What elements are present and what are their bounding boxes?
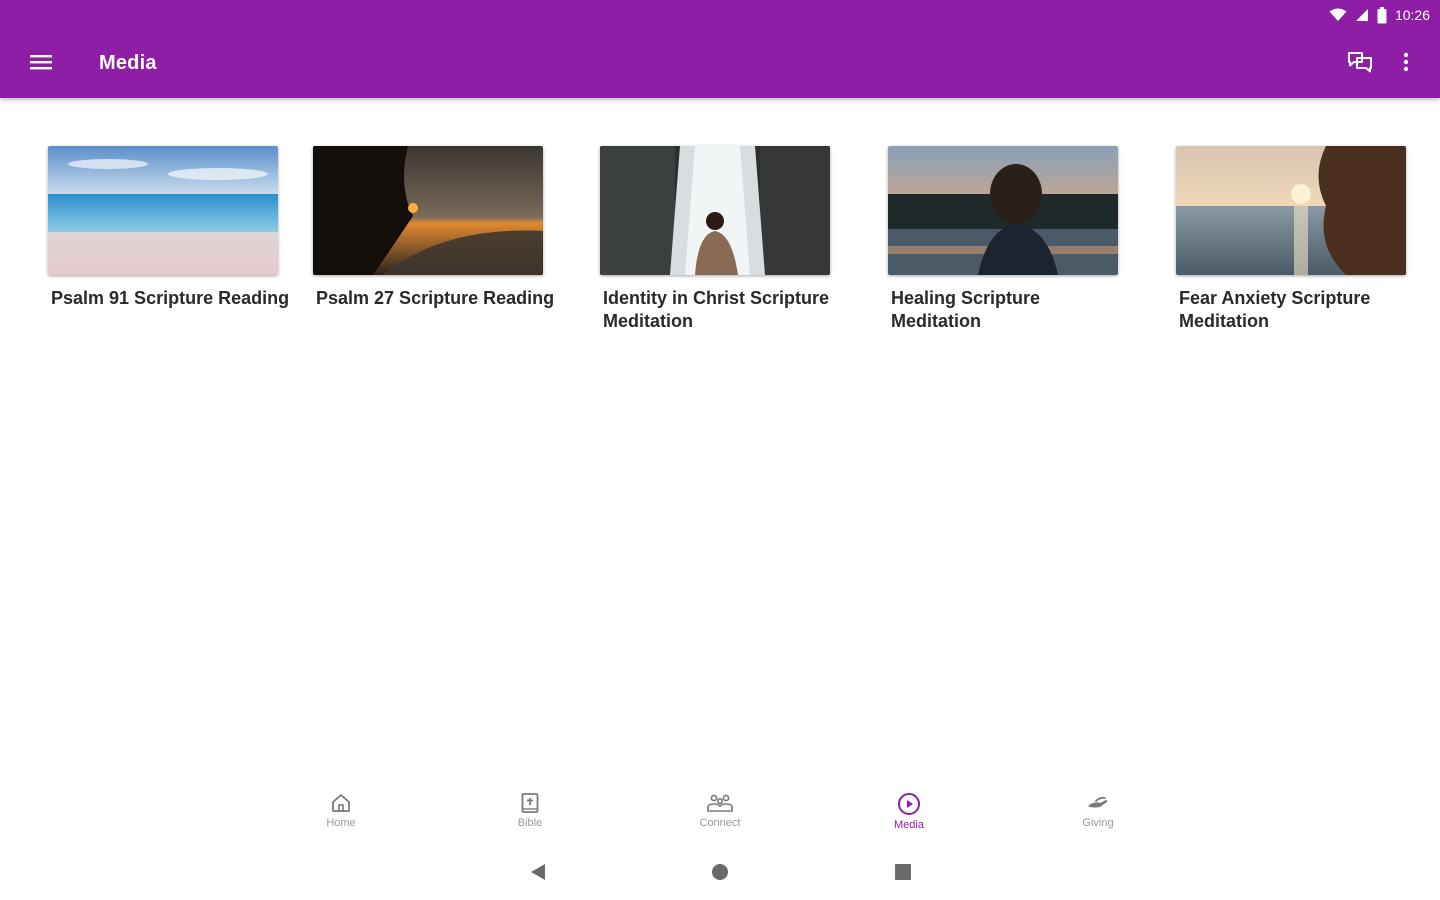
bible-icon	[480, 792, 580, 814]
media-card[interactable]: Psalm 27 Scripture Reading	[313, 146, 554, 310]
nav-label: Home	[326, 817, 356, 829]
media-card[interactable]: Fear Anxiety Scripture Meditation	[1176, 146, 1406, 333]
sea-sunset-hair-image[interactable]	[1176, 146, 1406, 275]
media-card[interactable]: Healing Scripture Meditation	[888, 146, 1118, 333]
giving-hand-icon	[1048, 792, 1148, 814]
media-title: Psalm 27 Scripture Reading	[316, 288, 555, 308]
chat-button[interactable]	[1344, 50, 1376, 78]
chat-icon	[1347, 51, 1373, 78]
nav-item-home[interactable]: Home	[291, 792, 391, 829]
nav-item-media[interactable]: Media	[859, 792, 959, 831]
media-grid: Psalm 91 Scripture Reading Psalm 27 Scri…	[48, 146, 1408, 346]
status-time: 10:26	[1394, 7, 1430, 23]
nav-label: Bible	[517, 817, 543, 829]
nav-item-connect[interactable]: Connect	[670, 792, 770, 829]
media-title: Identity in Christ Scripture Meditation	[603, 288, 830, 331]
wifi-icon	[1329, 8, 1347, 22]
battery-icon	[1377, 6, 1387, 24]
status-bar: 10:26	[1329, 4, 1430, 26]
system-recents-button[interactable]	[891, 862, 915, 886]
hamburger-menu-icon	[30, 54, 52, 75]
signal-icon	[1355, 8, 1369, 22]
home-circle-icon	[711, 863, 729, 886]
beach-sky-image[interactable]	[48, 146, 278, 275]
home-icon	[291, 792, 391, 814]
system-back-button[interactable]	[526, 862, 550, 886]
nav-label: Giving	[1082, 817, 1114, 829]
media-title: Healing Scripture Meditation	[891, 288, 1041, 331]
system-home-button[interactable]	[708, 862, 732, 886]
play-circle-icon	[859, 792, 959, 816]
page-title: Media	[99, 52, 157, 74]
nav-item-giving[interactable]: Giving	[1048, 792, 1148, 829]
media-card[interactable]: Psalm 91 Scripture Reading	[48, 146, 289, 310]
connect-icon	[670, 792, 770, 814]
app-bar: 10:26 Media	[0, 0, 1440, 98]
sunset-coast-image[interactable]	[313, 146, 543, 275]
more-vert-icon	[1403, 52, 1409, 77]
media-title: Fear Anxiety Scripture Meditation	[1179, 288, 1371, 331]
media-card[interactable]: Identity in Christ Scripture Meditation	[600, 146, 830, 333]
hamburger-menu-button[interactable]	[26, 50, 56, 78]
recents-square-icon	[894, 863, 912, 886]
media-title: Psalm 91 Scripture Reading	[51, 288, 290, 308]
nav-label: Media	[894, 819, 924, 831]
woman-lake-image[interactable]	[888, 146, 1118, 275]
system-navigation-bar	[0, 856, 1440, 892]
bottom-navigation: Home Bible Connect Media Giving	[0, 780, 1440, 846]
more-options-button[interactable]	[1396, 50, 1416, 78]
waterfall-person-image[interactable]	[600, 146, 830, 275]
nav-label: Connect	[699, 817, 741, 829]
nav-item-bible[interactable]: Bible	[480, 792, 580, 829]
back-triangle-icon	[529, 863, 547, 886]
